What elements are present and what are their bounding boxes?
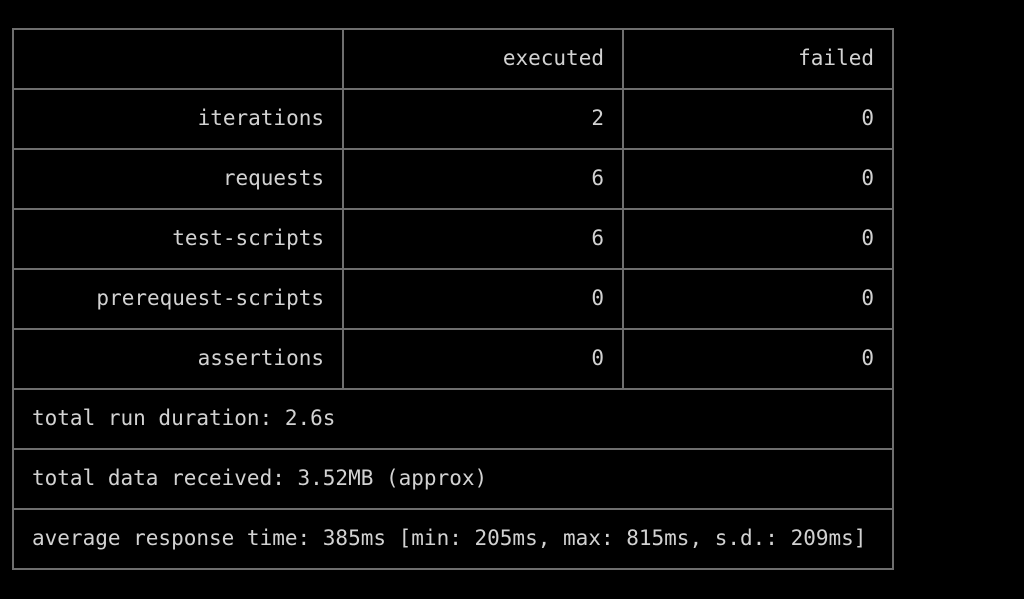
table-corner-cell — [12, 28, 344, 90]
row-label-test-scripts: test-scripts — [12, 208, 344, 270]
column-header-failed: failed — [622, 28, 894, 90]
row-label-assertions: assertions — [12, 328, 344, 390]
row-label-prerequest-scripts: prerequest-scripts — [12, 268, 344, 330]
run-summary-table: executed failed iterations 2 0 requests … — [12, 28, 894, 570]
table-footer-row: total run duration: 2.6s — [12, 388, 894, 450]
cell-requests-failed: 0 — [622, 148, 894, 210]
cell-test-scripts-executed: 6 — [342, 208, 624, 270]
cell-iterations-executed: 2 — [342, 88, 624, 150]
table-row: prerequest-scripts 0 0 — [12, 268, 894, 330]
table-footer-row: total data received: 3.52MB (approx) — [12, 448, 894, 510]
row-label-iterations: iterations — [12, 88, 344, 150]
table-row: requests 6 0 — [12, 148, 894, 210]
cell-assertions-failed: 0 — [622, 328, 894, 390]
table-row: assertions 0 0 — [12, 328, 894, 390]
column-header-executed: executed — [342, 28, 624, 90]
cell-iterations-failed: 0 — [622, 88, 894, 150]
table-row: test-scripts 6 0 — [12, 208, 894, 270]
table-row: iterations 2 0 — [12, 88, 894, 150]
row-label-requests: requests — [12, 148, 344, 210]
average-response-time: average response time: 385ms [min: 205ms… — [12, 508, 894, 570]
total-data-received: total data received: 3.52MB (approx) — [12, 448, 894, 510]
cell-test-scripts-failed: 0 — [622, 208, 894, 270]
table-footer-row: average response time: 385ms [min: 205ms… — [12, 508, 894, 570]
cell-requests-executed: 6 — [342, 148, 624, 210]
terminal-window: executed failed iterations 2 0 requests … — [0, 0, 1024, 599]
table-header-row: executed failed — [12, 28, 894, 90]
total-run-duration: total run duration: 2.6s — [12, 388, 894, 450]
cell-assertions-executed: 0 — [342, 328, 624, 390]
cell-prerequest-scripts-executed: 0 — [342, 268, 624, 330]
cell-prerequest-scripts-failed: 0 — [622, 268, 894, 330]
